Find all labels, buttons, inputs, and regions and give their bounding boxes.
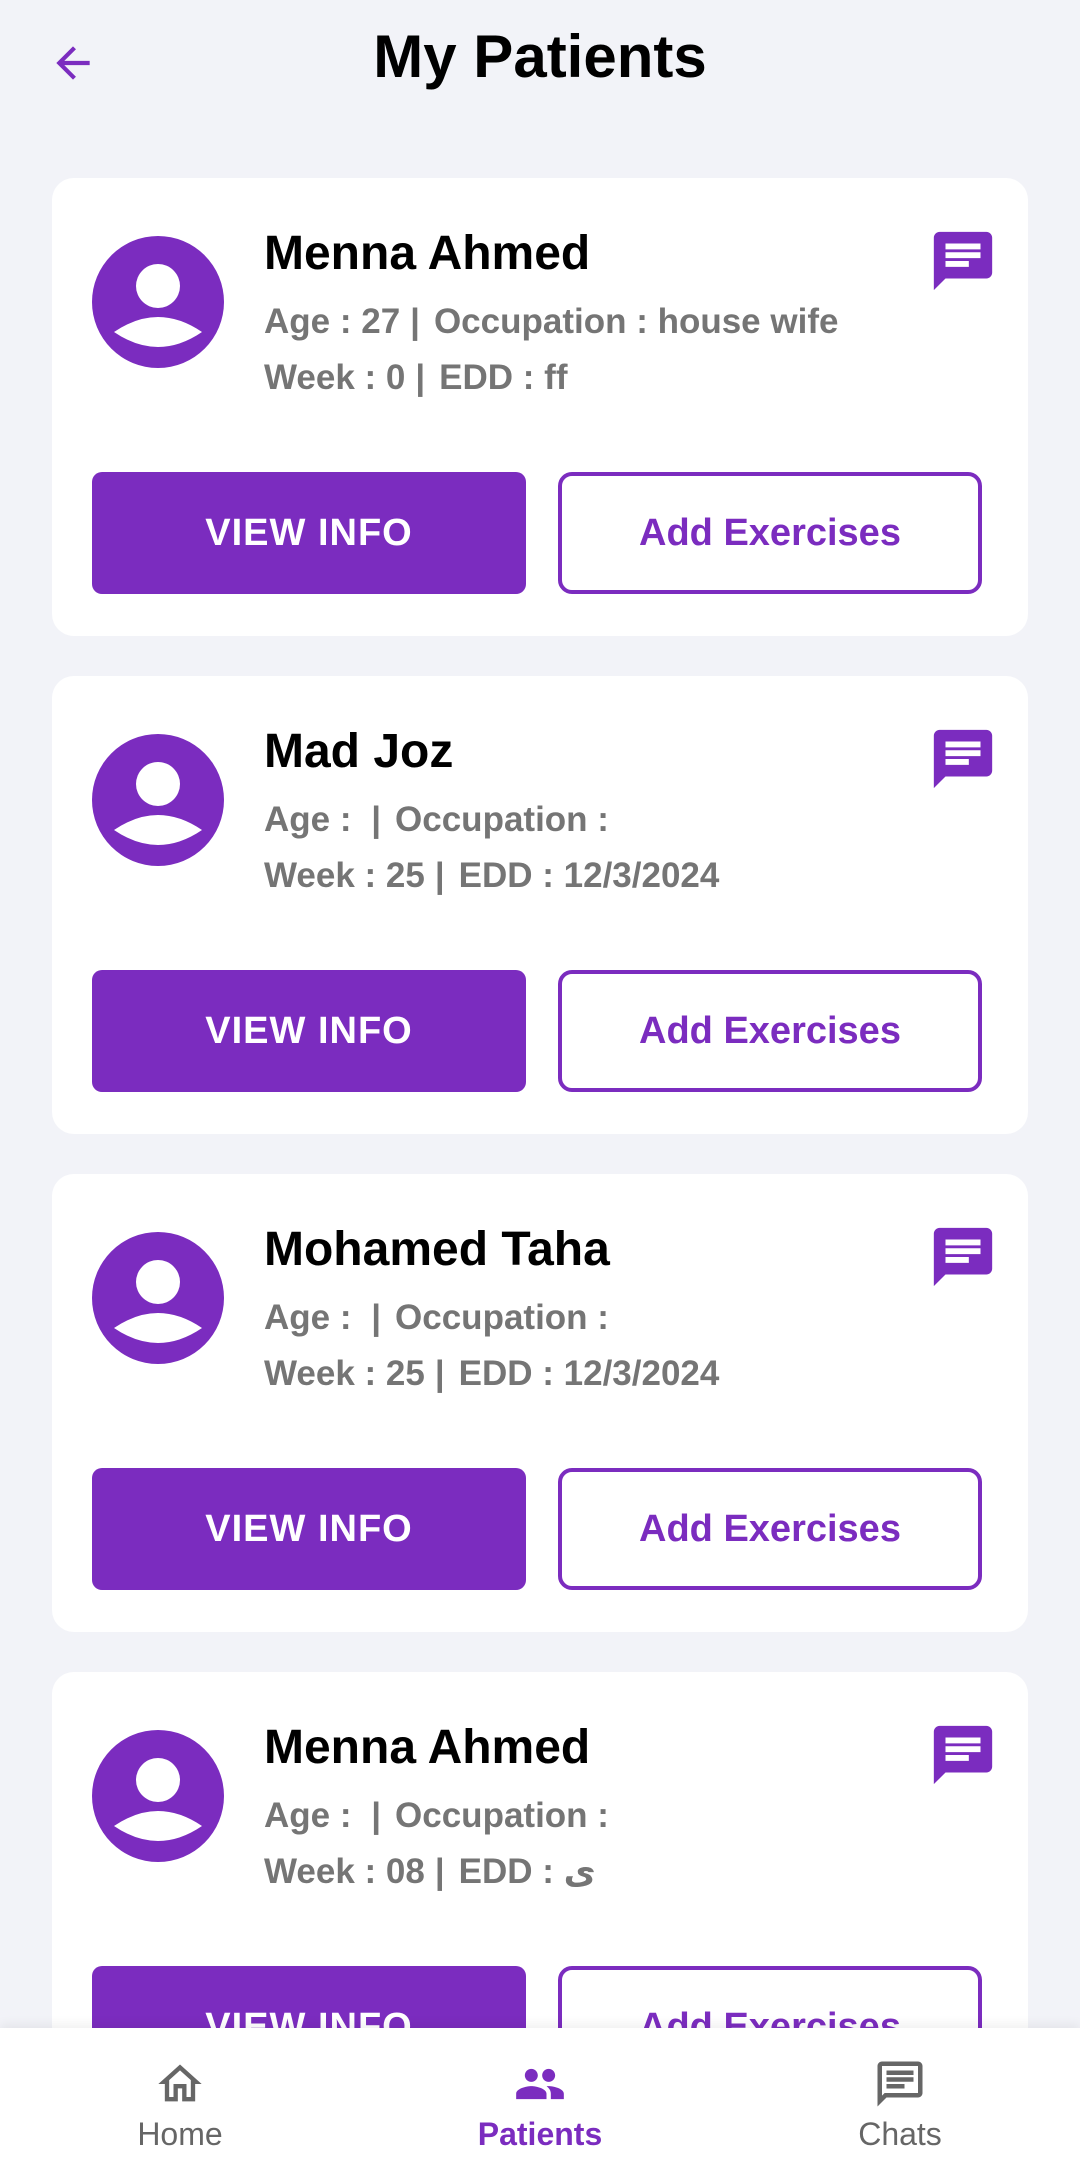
patient-age-occupation: Age : 27 | Occupation : house wife <box>264 302 838 342</box>
occupation-label: Occupation : house wife <box>433 302 839 341</box>
separator: | <box>371 1298 382 1337</box>
view-info-button[interactable]: VIEW INFO <box>92 1468 526 1590</box>
patient-week-edd: Week : 08 | EDD : ى <box>264 1852 596 1892</box>
message-button[interactable] <box>928 1720 998 1790</box>
view-info-button[interactable]: VIEW INFO <box>92 1966 526 2028</box>
view-info-button[interactable]: VIEW INFO <box>92 970 526 1092</box>
separator: | <box>415 358 426 397</box>
home-icon <box>152 2058 208 2110</box>
patient-name: Mad Joz <box>264 725 454 778</box>
nav-item-patients[interactable]: Patients <box>440 2028 640 2166</box>
patient-age-occupation: Age : | Occupation : <box>264 1298 609 1338</box>
avatar <box>92 1730 224 1862</box>
edd-label: EDD : ff <box>439 358 568 397</box>
patient-age-occupation: Age : | Occupation : <box>264 1796 609 1836</box>
week-label: Week : 08 <box>264 1852 425 1891</box>
add-exercises-button[interactable]: Add Exercises <box>558 1966 982 2028</box>
nav-label-patients: Patients <box>477 2116 603 2152</box>
age-label: Age : <box>264 1298 362 1337</box>
patient-card: Mad Joz Age : | Occupation : Week : 25 | ED… <box>52 676 1028 1134</box>
edd-label: EDD : 12/3/2024 <box>458 1354 720 1393</box>
patient-card: Menna Ahmed Age : 27 | Occupation : house … <box>52 178 1028 636</box>
person-icon <box>114 1758 202 1841</box>
separator: | <box>434 1354 445 1393</box>
message-icon <box>933 231 993 291</box>
view-info-button[interactable]: VIEW INFO <box>92 472 526 594</box>
message-button[interactable] <box>928 1222 998 1292</box>
nav-label-home: Home <box>137 2116 223 2152</box>
message-icon <box>933 1725 993 1785</box>
age-label: Age : 27 <box>264 302 401 341</box>
person-icon <box>114 762 202 845</box>
message-button[interactable] <box>928 226 998 296</box>
edd-label: EDD : ى <box>458 1852 596 1891</box>
avatar <box>92 734 224 866</box>
person-icon <box>114 264 202 347</box>
week-label: Week : 25 <box>264 856 425 895</box>
patient-list[interactable]: Menna Ahmed Age : 27 | Occupation : house … <box>52 178 1028 2028</box>
separator: | <box>410 302 420 341</box>
chat-icon <box>871 2058 929 2110</box>
message-button[interactable] <box>928 724 998 794</box>
patient-week-edd: Week : 25 | EDD : 12/3/2024 <box>264 856 719 896</box>
person-icon <box>114 1260 202 1343</box>
week-label: Week : 0 <box>264 358 406 397</box>
occupation-label: Occupation : <box>395 800 609 839</box>
page-title: My Patients <box>373 23 707 90</box>
occupation-label: Occupation : <box>395 1298 609 1337</box>
patients-icon <box>509 2058 571 2110</box>
nav-item-chats[interactable]: Chats <box>800 2028 1000 2166</box>
age-label: Age : <box>264 800 362 839</box>
occupation-label: Occupation : <box>395 1796 609 1835</box>
patient-age-occupation: Age : | Occupation : <box>264 800 609 840</box>
bottom-navigation: Home Patients Chats <box>0 2028 1080 2166</box>
separator: | <box>434 856 445 895</box>
patient-name: Mohamed Taha <box>264 1223 610 1276</box>
nav-item-home[interactable]: Home <box>80 2028 280 2166</box>
week-label: Week : 25 <box>264 1354 425 1393</box>
patient-week-edd: Week : 0 | EDD : ff <box>264 358 567 398</box>
add-exercises-button[interactable]: Add Exercises <box>558 1468 982 1590</box>
add-exercises-button[interactable]: Add Exercises <box>558 472 982 594</box>
avatar <box>92 236 224 368</box>
message-icon <box>933 1227 993 1287</box>
patient-card: Menna Ahmed Age : | Occupation : Week : 0… <box>52 1672 1028 2028</box>
separator: | <box>371 1796 382 1835</box>
separator: | <box>434 1852 445 1891</box>
edd-label: EDD : 12/3/2024 <box>458 856 720 895</box>
age-label: Age : <box>264 1796 362 1835</box>
add-exercises-button[interactable]: Add Exercises <box>558 970 982 1092</box>
nav-label-chats: Chats <box>858 2116 942 2152</box>
patient-name: Menna Ahmed <box>264 1721 591 1774</box>
separator: | <box>371 800 382 839</box>
patient-card: Mohamed Taha Age : | Occupation : Week : … <box>52 1174 1028 1632</box>
patient-week-edd: Week : 25 | EDD : 12/3/2024 <box>264 1354 719 1394</box>
my-patients-screen: My Patients Menna Ahmed Age : 27 | Occupat… <box>0 0 1080 2166</box>
avatar <box>92 1232 224 1364</box>
header: My Patients <box>0 0 1080 130</box>
patient-name: Menna Ahmed <box>264 227 591 280</box>
message-icon <box>933 729 993 789</box>
